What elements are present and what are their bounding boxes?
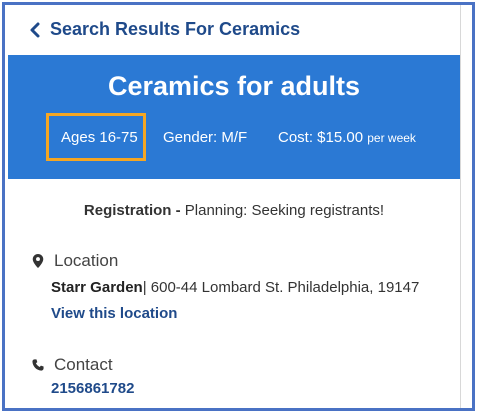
registration-label: Registration -: [83, 202, 181, 219]
ages-label: Ages 16-75: [61, 129, 138, 146]
cost-label: Cost: $15.00 per week: [278, 129, 416, 146]
location-heading-label: Location: [54, 251, 119, 270]
view-location-link[interactable]: View this location: [51, 305, 177, 322]
contact-phone-link[interactable]: 2156861782: [51, 380, 134, 397]
phone-icon: [32, 359, 44, 371]
contact-heading-label: Contact: [54, 355, 113, 374]
location-heading: Location: [32, 251, 118, 271]
back-link-label: Search Results For Ceramics: [50, 19, 301, 39]
screenshot-frame: Search Results For Ceramics Ceramics for…: [2, 2, 475, 411]
program-detail-panel: Search Results For Ceramics Ceramics for…: [8, 5, 461, 408]
contact-heading: Contact: [32, 355, 113, 375]
location-name: Starr Garden: [51, 279, 143, 296]
cost-value: Cost: $15.00: [278, 129, 364, 146]
program-title: Ceramics for adults: [107, 71, 361, 101]
location-address: 600-44 Lombard St. Philadelphia, 19147: [150, 279, 420, 296]
location-address-line: Starr Garden| 600-44 Lombard St. Philade…: [51, 279, 419, 296]
chevron-left-icon: [30, 22, 40, 37]
program-header: Ceramics for adults Ages 16-75 Gender: M…: [8, 55, 460, 179]
map-pin-icon: [32, 254, 44, 268]
back-to-search-results-link[interactable]: Search Results For Ceramics: [28, 19, 300, 40]
gender-label: Gender: M/F: [163, 129, 248, 146]
registration-status: Registration - Planning: Seeking registr…: [8, 202, 460, 219]
cost-period: per week: [367, 131, 416, 145]
registration-status-text: Planning: Seeking registrants!: [184, 202, 385, 219]
location-separator: |: [142, 279, 147, 296]
